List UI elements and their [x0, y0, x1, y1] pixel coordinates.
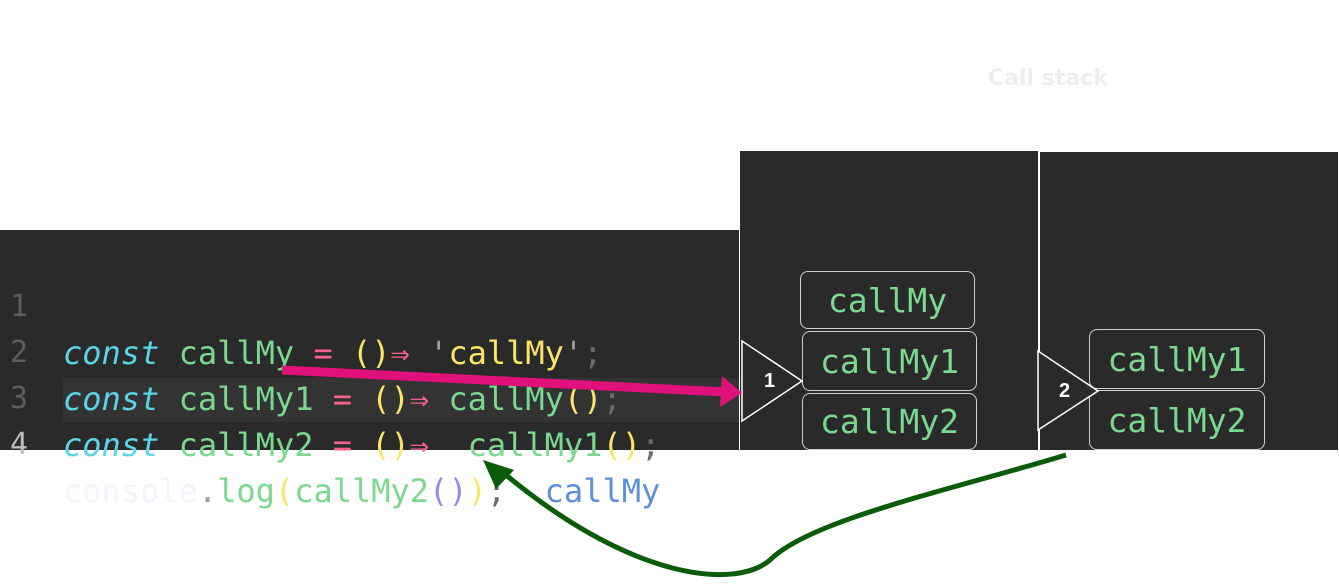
return-arrow-head: [483, 460, 514, 489]
return-arrow: [498, 452, 1067, 577]
step-number-1: 1: [764, 370, 776, 392]
diagram-arrows: [281, 339, 1100, 577]
forward-arrow-head: [720, 376, 742, 407]
step-number-2: 2: [1059, 380, 1071, 402]
forward-arrow: [281, 365, 727, 397]
